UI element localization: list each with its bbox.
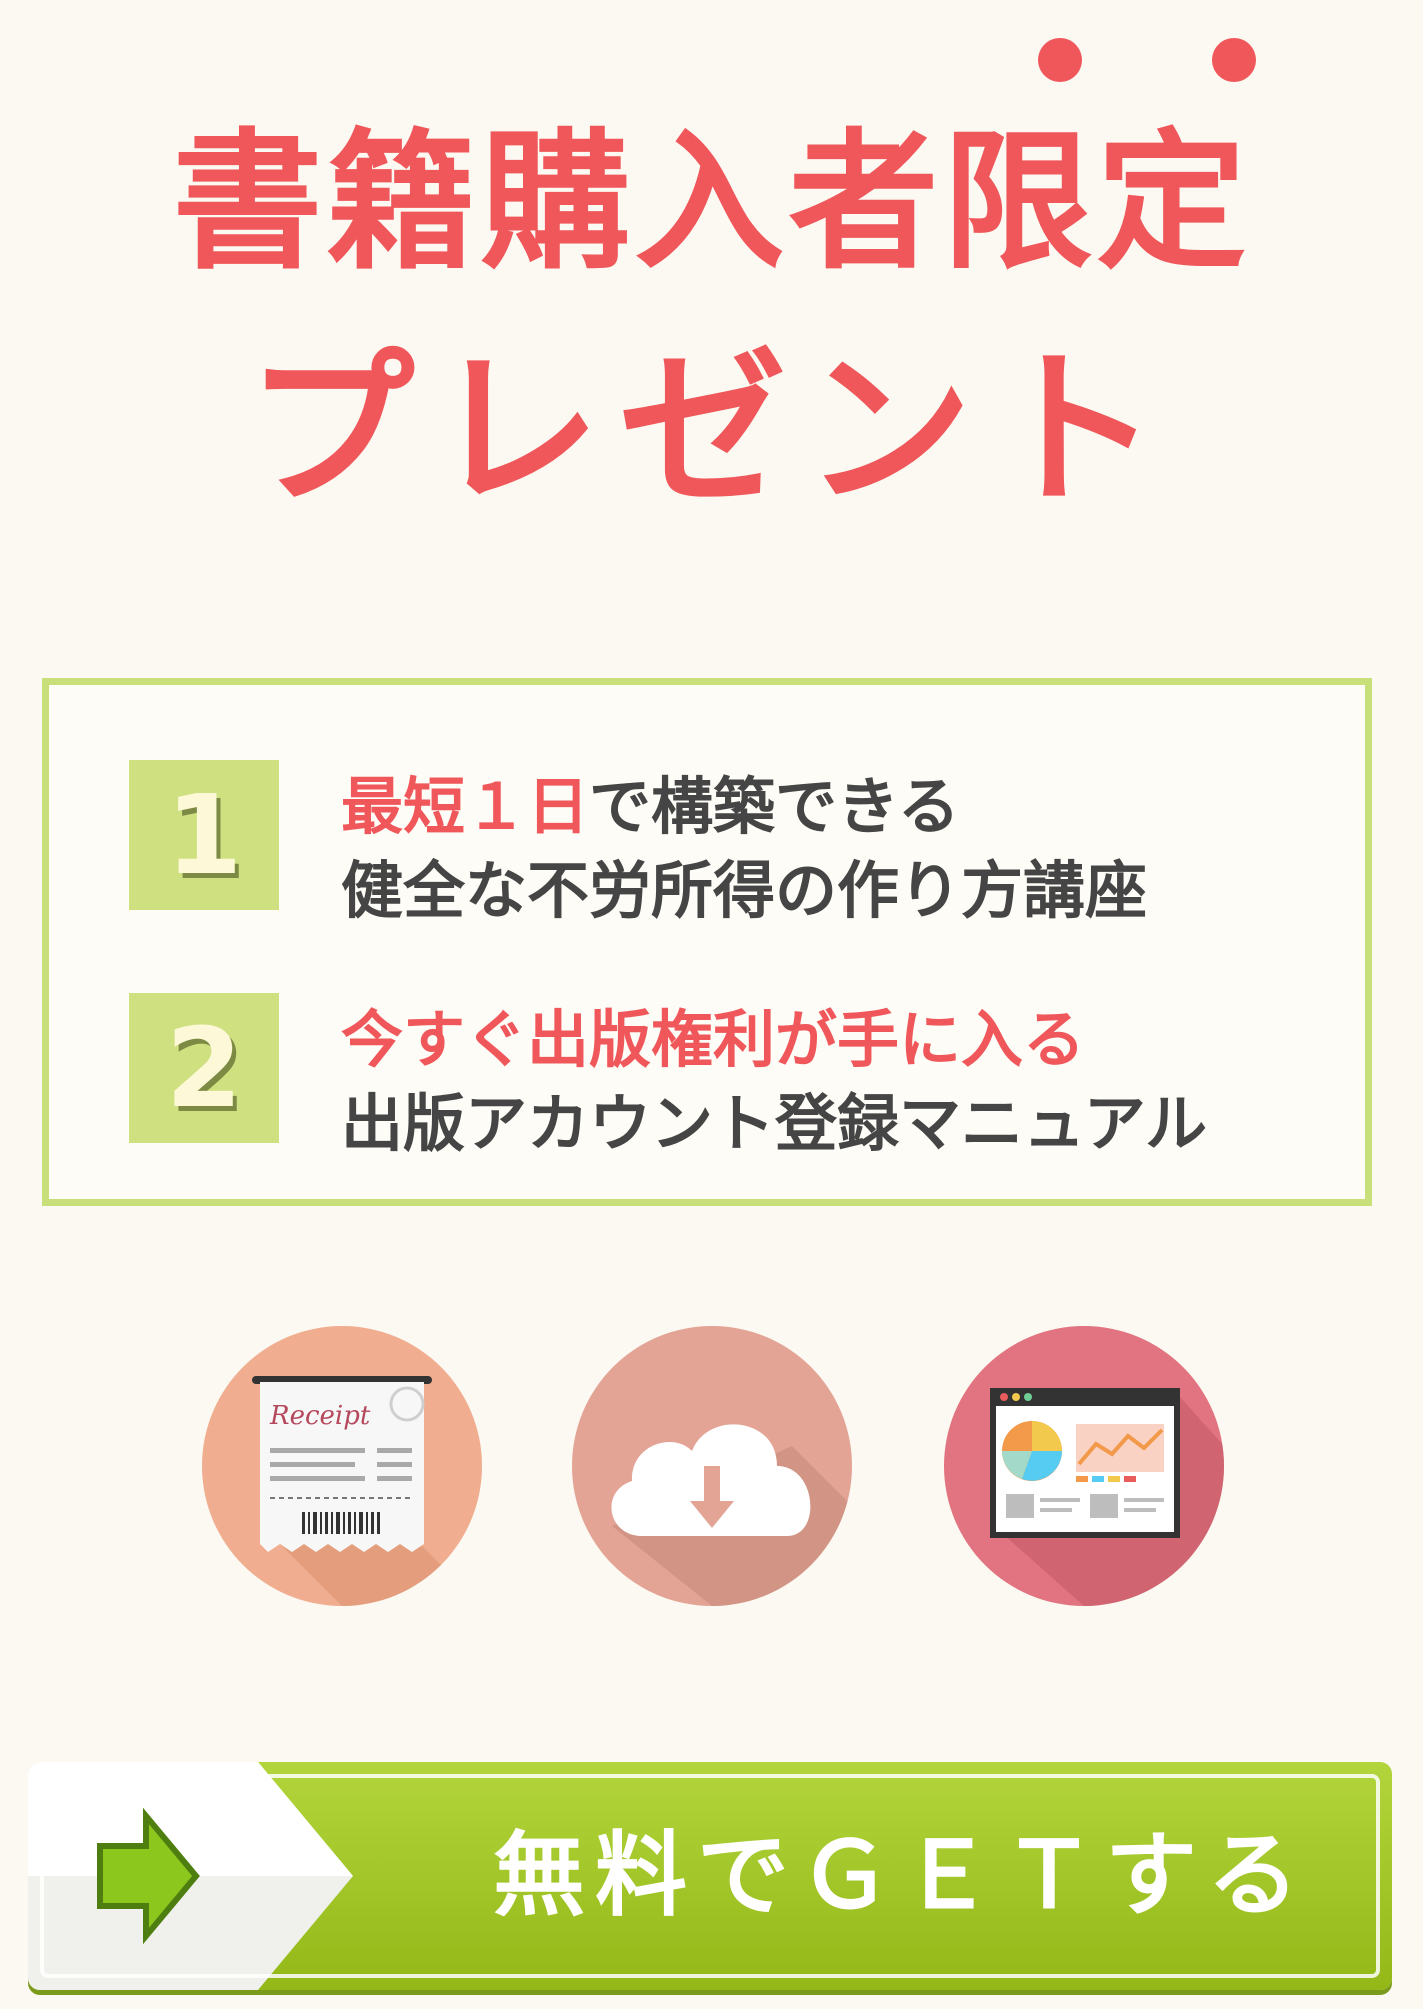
dashboard-chart-icon bbox=[944, 1326, 1224, 1606]
benefit-headline: 今すぐ出版権利が手に入る bbox=[341, 989, 1085, 1079]
get-free-button[interactable]: 無料でＧＥＴする bbox=[28, 1762, 1392, 1990]
benefit-description: 出版アカウント登録マニュアル bbox=[341, 1087, 1208, 1160]
number-badge: 2 bbox=[129, 993, 279, 1143]
benefit-headline-rest: で構築できる bbox=[589, 770, 960, 843]
benefit-headline: 最短１日で構築できる bbox=[341, 756, 960, 846]
number-badge: 1 bbox=[129, 760, 279, 910]
receipt-label: Receipt bbox=[269, 1401, 371, 1431]
list-item: 2 今すぐ出版権利が手に入る 出版アカウント登録マニュアル bbox=[129, 993, 1329, 1223]
benefit-description: 健全な不労所得の作り方講座 bbox=[341, 854, 1148, 927]
cloud-download-icon bbox=[572, 1326, 852, 1606]
page-title: 書籍購入者限定 bbox=[172, 116, 1251, 290]
decor-dot bbox=[1212, 38, 1256, 82]
benefit-list: 1 最短１日で構築できる 健全な不労所得の作り方講座 2 今すぐ出版権利が手に入… bbox=[42, 678, 1372, 1206]
benefit-headline-accent: 今すぐ出版権利が手に入る bbox=[341, 1003, 1086, 1076]
receipt-icon: Receipt bbox=[202, 1326, 482, 1606]
list-item: 1 最短１日で構築できる 健全な不労所得の作り方講座 bbox=[129, 760, 1329, 990]
get-free-button-label: 無料でＧＥＴする bbox=[493, 1822, 1310, 1929]
benefit-headline-accent: 最短１日 bbox=[341, 770, 590, 843]
page-subtitle: プレゼント bbox=[246, 332, 1177, 528]
decor-dot bbox=[1038, 38, 1082, 82]
